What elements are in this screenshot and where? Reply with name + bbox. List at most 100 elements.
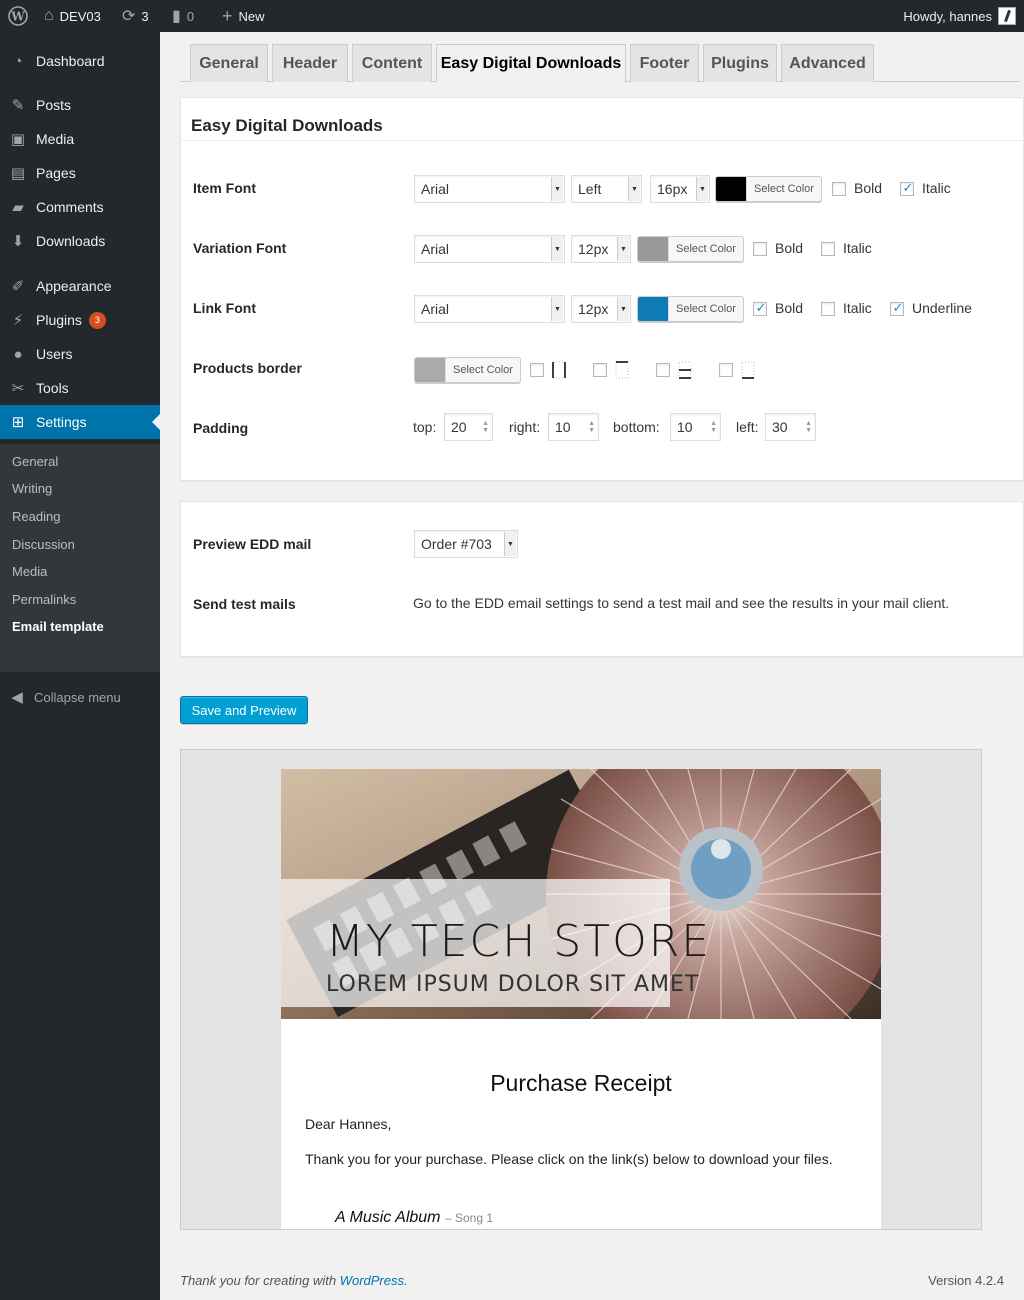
wordpress-logo[interactable]: W bbox=[8, 0, 28, 32]
item-font-bold-checkbox[interactable] bbox=[832, 182, 846, 196]
variation-font-family-select[interactable]: Arial ▼ bbox=[414, 235, 565, 263]
collapse-menu-button[interactable]: ◀ Collapse menu bbox=[0, 686, 160, 708]
border-left-right-icon bbox=[552, 361, 566, 379]
footer-version: Version 4.2.4 bbox=[928, 1273, 1004, 1288]
preview-order-select[interactable]: Order #703 ▼ bbox=[414, 530, 518, 558]
link-font-italic-checkbox[interactable] bbox=[821, 302, 835, 316]
spinner-icon: ▲ ▼ bbox=[482, 420, 489, 434]
link-font-family-select[interactable]: Arial ▼ bbox=[414, 295, 565, 323]
updates-count: 3 bbox=[141, 8, 149, 24]
item-font-italic-checkbox[interactable] bbox=[900, 180, 915, 196]
tab-plugins[interactable]: Plugins bbox=[703, 44, 777, 82]
border-bottom-checkbox[interactable] bbox=[719, 363, 733, 377]
comments-link[interactable]: ▮ 0 bbox=[172, 0, 194, 32]
submenu-discussion[interactable]: Discussion bbox=[12, 537, 75, 552]
variation-font-color-picker[interactable]: Select Color bbox=[637, 236, 744, 262]
mail-preview-panel: Preview EDD mail Order #703 ▼ Send test m… bbox=[180, 501, 1024, 657]
chevron-down-icon: ▼ bbox=[504, 532, 516, 556]
border-top-checkbox[interactable] bbox=[593, 363, 607, 377]
menu-label: Settings bbox=[36, 414, 87, 430]
menu-media[interactable]: ▣ Media bbox=[0, 122, 160, 156]
padding-bottom-input[interactable]: 10 ▲ ▼ bbox=[670, 413, 721, 441]
submenu-reading[interactable]: Reading bbox=[12, 509, 60, 524]
menu-users[interactable]: ● Users bbox=[0, 337, 160, 371]
menu-label: Media bbox=[36, 131, 75, 147]
menu-label: Tools bbox=[36, 380, 69, 396]
link-font-underline-checkbox[interactable] bbox=[890, 300, 905, 316]
menu-label: Users bbox=[36, 346, 73, 362]
plugins-update-badge: 3 bbox=[88, 311, 106, 329]
pages-icon: ▤ bbox=[10, 165, 26, 182]
select-value: 12px bbox=[578, 301, 609, 317]
padding-right-input[interactable]: 10 ▲ ▼ bbox=[548, 413, 599, 441]
footer-thanks-suffix: . bbox=[404, 1273, 408, 1288]
site-name-link[interactable]: ⌂ DEV03 bbox=[44, 0, 101, 32]
padding-left-label: left: bbox=[736, 419, 759, 435]
border-horizontal-icon bbox=[678, 361, 692, 379]
menu-tools[interactable]: ✂ Tools bbox=[0, 371, 160, 405]
submenu-media[interactable]: Media bbox=[12, 564, 47, 579]
menu-appearance[interactable]: ✐ Appearance bbox=[0, 269, 160, 303]
plus-icon: + bbox=[222, 5, 233, 26]
updates-link[interactable]: ⟳ 3 bbox=[122, 0, 149, 32]
variation-font-italic-checkbox[interactable] bbox=[821, 242, 835, 256]
item-font-family-select[interactable]: Arial ▼ bbox=[414, 175, 565, 203]
submenu-email-template[interactable]: Email template bbox=[12, 619, 104, 634]
save-and-preview-button[interactable]: Save and Preview bbox=[180, 696, 308, 724]
my-account-link[interactable]: Howdy, hannes bbox=[903, 0, 1016, 32]
variation-font-bold-checkbox[interactable] bbox=[753, 242, 767, 256]
link-font-color-picker[interactable]: Select Color bbox=[637, 296, 744, 322]
item-name: A Music Album bbox=[335, 1209, 441, 1226]
select-value: 12px bbox=[578, 241, 609, 257]
border-middle-checkbox[interactable] bbox=[656, 363, 670, 377]
select-color-label: Select Color bbox=[668, 237, 743, 261]
submenu-writing[interactable]: Writing bbox=[12, 481, 52, 496]
italic-label: Italic bbox=[843, 240, 872, 256]
menu-plugins[interactable]: ⚡ Plugins 3 bbox=[0, 303, 160, 337]
collapse-arrow-icon: ◀ bbox=[11, 689, 23, 706]
item-font-color-picker[interactable]: Select Color bbox=[715, 176, 822, 202]
menu-pages[interactable]: ▤ Pages bbox=[0, 156, 160, 190]
border-sides-checkbox[interactable] bbox=[530, 363, 544, 377]
item-font-size-select[interactable]: 16px ▼ bbox=[650, 175, 710, 203]
new-content-link[interactable]: + New bbox=[222, 0, 265, 32]
item-font-align-select[interactable]: Left ▼ bbox=[571, 175, 642, 203]
footer-thanks-prefix: Thank you for creating with bbox=[180, 1273, 340, 1288]
menu-posts[interactable]: ✎ Posts bbox=[0, 88, 160, 122]
tab-easy-digital-downloads[interactable]: Easy Digital Downloads bbox=[436, 44, 626, 83]
submenu-permalinks[interactable]: Permalinks bbox=[12, 592, 76, 607]
receipt-title: Purchase Receipt bbox=[490, 1070, 672, 1096]
italic-label: Italic bbox=[922, 180, 951, 196]
footer-thanks: Thank you for creating with WordPress. bbox=[180, 1273, 408, 1288]
submenu-general[interactable]: General bbox=[12, 454, 58, 469]
preview-edd-mail-label: Preview EDD mail bbox=[193, 536, 312, 552]
link-font-bold-checkbox[interactable] bbox=[753, 300, 768, 316]
padding-left-input[interactable]: 30 ▲ ▼ bbox=[765, 413, 816, 441]
item-variation: – Song 1 bbox=[444, 1211, 494, 1225]
menu-label: Comments bbox=[36, 199, 104, 215]
tab-footer[interactable]: Footer bbox=[630, 44, 699, 82]
settings-submenu: General Writing Reading Discussion Media… bbox=[0, 444, 160, 672]
tab-header[interactable]: Header bbox=[272, 44, 348, 82]
color-swatch bbox=[415, 358, 445, 382]
bold-label: Bold bbox=[775, 240, 804, 256]
variation-font-size-select[interactable]: 12px ▼ bbox=[571, 235, 631, 263]
products-border-color-picker[interactable]: Select Color bbox=[414, 357, 521, 383]
tab-advanced[interactable]: Advanced bbox=[781, 44, 874, 82]
tab-general[interactable]: General bbox=[190, 44, 268, 82]
link-font-size-select[interactable]: 12px ▼ bbox=[571, 295, 631, 323]
menu-settings[interactable]: ⊞ Settings bbox=[0, 405, 160, 439]
menu-downloads[interactable]: ⬇ Downloads bbox=[0, 224, 160, 258]
select-value: Order #703 bbox=[421, 536, 492, 552]
wordpress-link[interactable]: WordPress bbox=[340, 1273, 404, 1288]
admin-bar: W ⌂ DEV03 ⟳ 3 ▮ 0 + New Howdy, hannes bbox=[0, 0, 1024, 32]
color-swatch bbox=[638, 237, 668, 261]
download-item[interactable]: A Music Album – Song 1 bbox=[335, 1209, 493, 1227]
menu-label: Pages bbox=[36, 165, 76, 181]
tab-content[interactable]: Content bbox=[352, 44, 432, 82]
chevron-down-icon: ▼ bbox=[551, 297, 563, 321]
menu-comments[interactable]: ▰ Comments bbox=[0, 190, 160, 224]
menu-dashboard[interactable]: ◔ Dashboard bbox=[0, 44, 160, 78]
padding-top-input[interactable]: 20 ▲ ▼ bbox=[444, 413, 493, 441]
select-value: Left bbox=[578, 181, 602, 197]
